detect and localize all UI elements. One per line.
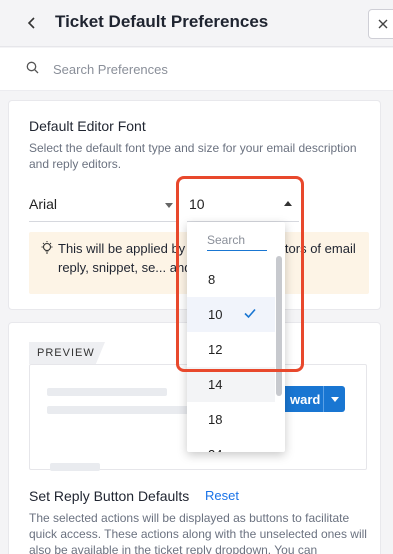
back-button[interactable] [22,12,42,34]
dropdown-scrollbar[interactable] [276,252,282,452]
skeleton-line [47,388,167,396]
reply-defaults-title: Set Reply Button Defaults [29,488,190,504]
size-option-12[interactable]: 12 [187,332,275,367]
search-input[interactable] [53,59,353,79]
preview-tag: PREVIEW [29,342,105,364]
check-icon [244,308,256,319]
search-icon [26,61,39,74]
reply-defaults-description: The selected actions will be displayed a… [29,511,367,554]
font-size-dropdown: 8 10 12 14 18 24 [187,222,285,452]
font-size-select[interactable]: 10 [187,186,299,222]
option-label: 14 [208,377,223,392]
button-divider [323,386,324,412]
forward-label: ward [290,392,321,407]
size-option-18[interactable]: 18 [187,402,275,437]
section-description: Select the default font type and size fo… [29,141,357,171]
font-size-value: 10 [189,196,205,212]
chevron-left-icon [27,17,35,29]
font-type-value: Arial [29,196,58,212]
size-option-10[interactable]: 10 [187,297,275,332]
size-option-24[interactable]: 24 [187,437,275,452]
chevron-down-icon[interactable] [331,397,339,402]
search-bar [0,48,393,91]
reset-link[interactable]: Reset [205,488,239,503]
chevron-up-icon [284,201,292,206]
option-label: 24 [208,447,222,452]
close-button[interactable] [368,9,393,39]
option-label: 12 [208,342,223,357]
option-label: 8 [208,272,216,287]
header: Ticket Default Preferences [0,0,393,47]
size-option-8[interactable]: 8 [187,262,275,297]
scrollbar-thumb[interactable] [276,256,282,396]
skeleton-line [50,463,100,471]
size-option-14[interactable]: 14 [187,367,275,402]
font-type-select[interactable]: Arial [29,186,177,222]
option-label: 18 [208,412,223,427]
page-title: Ticket Default Preferences [55,12,269,31]
option-label: 10 [208,307,223,322]
chevron-down-icon [165,203,173,208]
section-title: Default Editor Font [29,118,146,134]
lightbulb-icon [41,241,53,254]
dropdown-search-input[interactable] [207,230,267,251]
close-icon [378,19,388,29]
